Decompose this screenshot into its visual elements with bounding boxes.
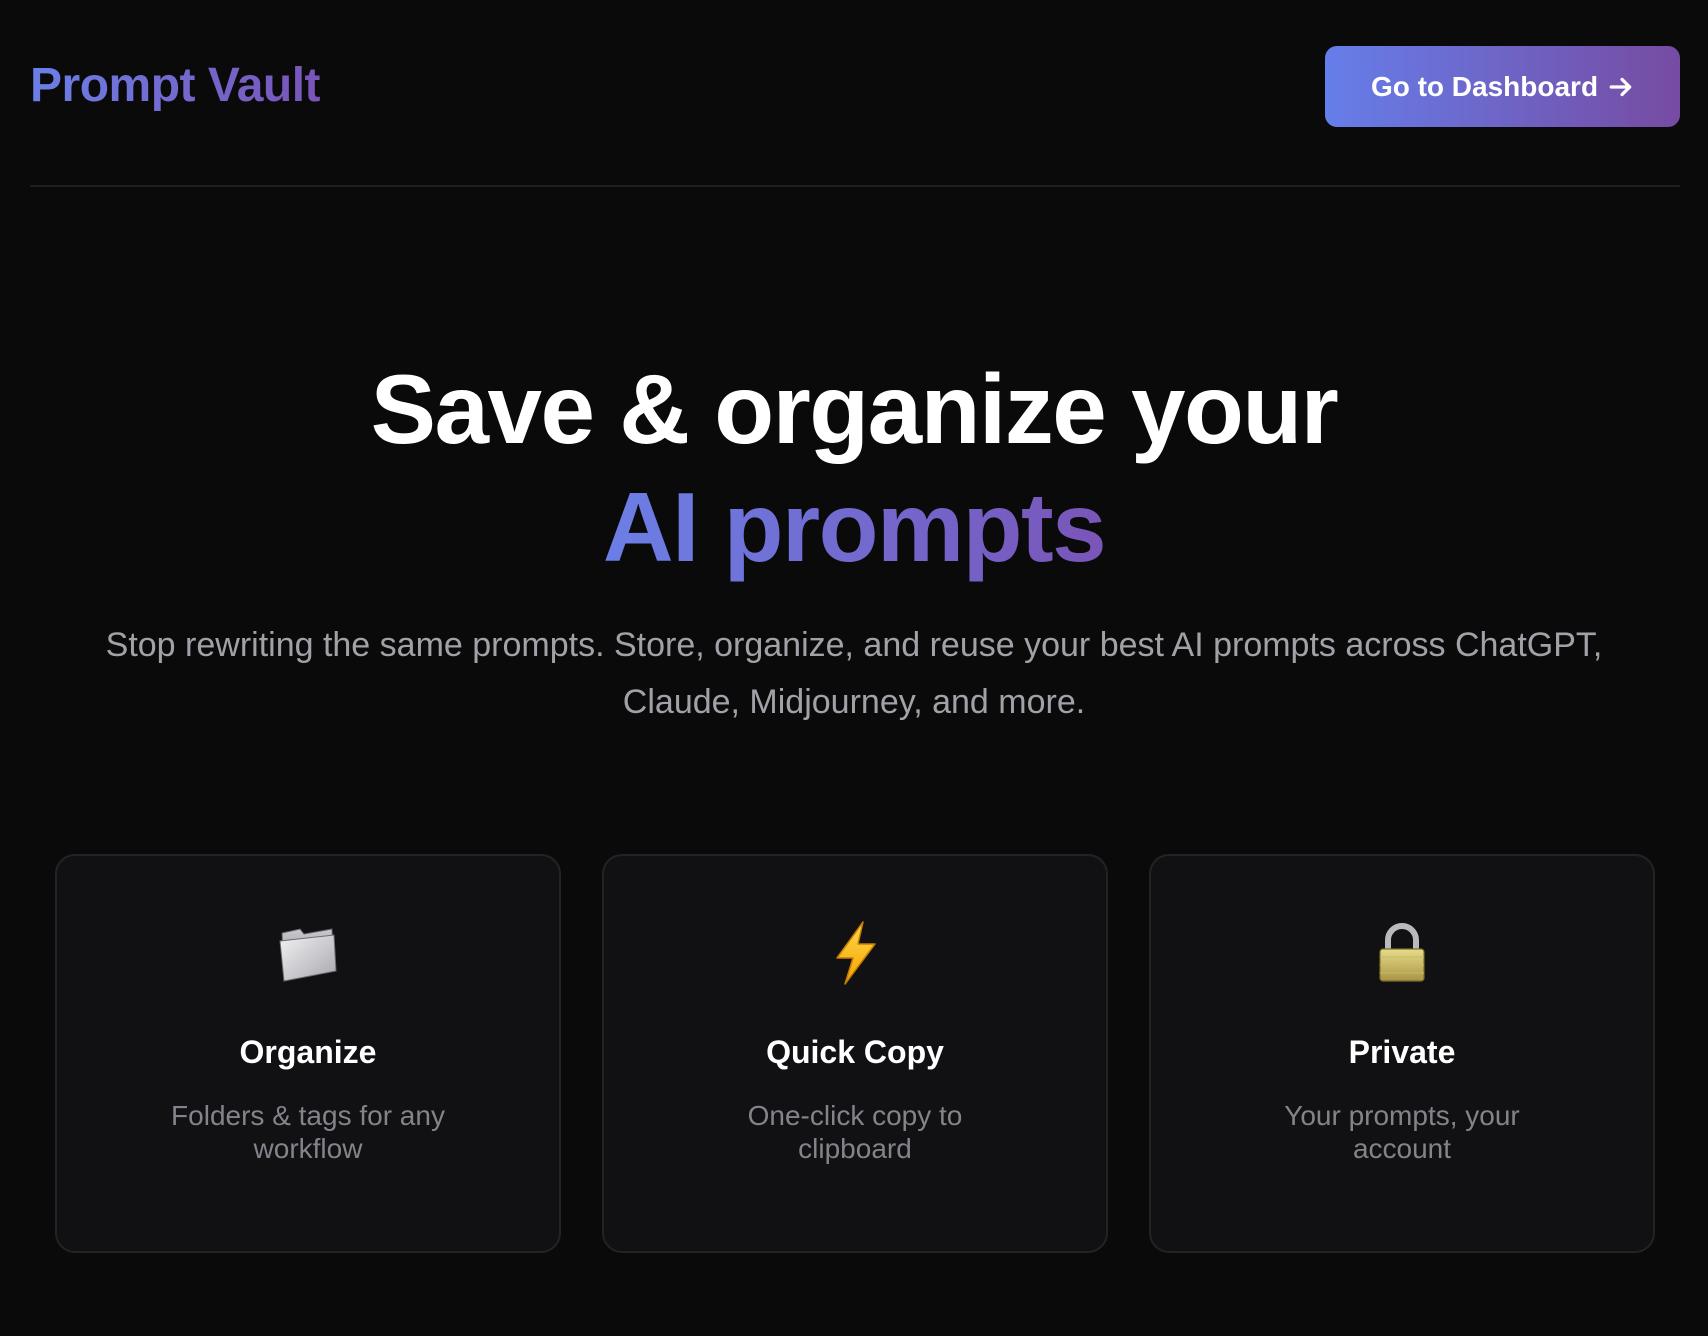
feature-description: Your prompts, your account (1284, 1100, 1520, 1164)
feature-description: One-click copy to clipboard (747, 1100, 963, 1164)
arrow-right-icon (1609, 77, 1632, 96)
lightning-icon (604, 918, 1106, 988)
go-to-dashboard-button[interactable]: Go to Dashboard (1325, 46, 1680, 127)
hero-section: Save & organize your AI prompts (0, 350, 1708, 586)
feature-title: Quick Copy (766, 1034, 944, 1070)
folder-icon (57, 918, 559, 988)
hero-title-line1: Save & organize your (370, 354, 1339, 464)
logo[interactable]: Prompt Vault (30, 58, 321, 114)
hero-title: Save & organize your AI prompts (0, 350, 1708, 586)
hero-title-highlight: AI prompts (603, 468, 1107, 586)
feature-card-organize: Organize Folders & tags for any workflow (55, 854, 561, 1253)
feature-cards: Organize Folders & tags for any workflow… (55, 854, 1655, 1254)
site-header: Prompt Vault Go to Dashboard (30, 0, 1680, 187)
feature-card-private: Private Your prompts, your account (1149, 854, 1655, 1253)
go-to-dashboard-label: Go to Dashboard (1370, 70, 1599, 102)
feature-description: Folders & tags for any workflow (171, 1100, 445, 1164)
feature-card-quick-copy: Quick Copy One-click copy to clipboard (602, 854, 1108, 1253)
feature-title: Private (1348, 1034, 1456, 1070)
feature-title: Organize (239, 1034, 377, 1070)
lock-icon (1151, 918, 1653, 988)
hero-subtitle: Stop rewriting the same prompts. Store, … (105, 626, 1603, 721)
